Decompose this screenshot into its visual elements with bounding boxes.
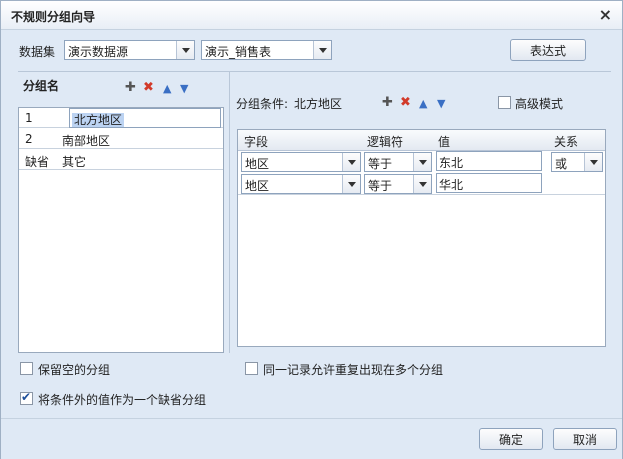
value-input[interactable]: 东北 xyxy=(436,151,542,171)
group-index: 2 xyxy=(25,132,33,146)
allow-duplicate-label: 同一记录允许重复出现在多个分组 xyxy=(263,363,444,377)
delete-icon[interactable]: ✖ xyxy=(143,81,154,95)
group-row[interactable]: 2 南部地区 xyxy=(19,129,223,149)
field-select[interactable]: 地区 xyxy=(241,174,361,194)
move-down-icon[interactable]: ▼ xyxy=(180,82,188,96)
group-name-header: 分组名 xyxy=(23,79,60,93)
chevron-down-icon[interactable] xyxy=(342,175,360,193)
table-header: 字段 逻辑符 值 关系 xyxy=(238,130,605,151)
group-row[interactable]: 1 北方地区 xyxy=(19,108,223,128)
chevron-down-icon[interactable] xyxy=(413,153,431,171)
advanced-mode-label: 高级模式 xyxy=(515,97,564,111)
value-input[interactable]: 华北 xyxy=(436,173,542,193)
move-up-icon[interactable]: ▲ xyxy=(419,97,427,111)
dialog-title: 不规则分组向导 xyxy=(11,10,96,24)
group-list: 1 北方地区 2 南部地区 缺省 其它 xyxy=(18,107,224,353)
datasource-select[interactable]: 演示数据源 xyxy=(64,40,195,60)
value-text: 华北 xyxy=(439,178,464,192)
relation-select[interactable]: 或 xyxy=(551,152,603,172)
condition-table: 字段 逻辑符 值 关系 地区 等于 东北 或 地区 等于 华北 xyxy=(237,129,606,347)
group-index: 缺省 xyxy=(25,155,50,169)
chevron-down-icon[interactable] xyxy=(313,41,331,59)
move-up-icon[interactable]: ▲ xyxy=(163,82,171,96)
column-value: 值 xyxy=(438,135,451,149)
table-select[interactable]: 演示_销售表 xyxy=(201,40,332,60)
group-name: 南部地区 xyxy=(62,134,111,148)
value-text: 东北 xyxy=(439,156,464,170)
keep-empty-label: 保留空的分组 xyxy=(38,363,111,377)
chevron-down-icon[interactable] xyxy=(342,153,360,171)
column-relation: 关系 xyxy=(554,135,579,149)
group-name: 其它 xyxy=(62,155,87,169)
keep-empty-checkbox[interactable] xyxy=(20,362,33,375)
title-bar: 不规则分组向导 × xyxy=(1,1,622,30)
chevron-down-icon[interactable] xyxy=(413,175,431,193)
datasource-value: 演示数据源 xyxy=(68,45,129,59)
group-name-input[interactable]: 北方地区 xyxy=(69,108,221,128)
button-bar: 确定 取消 xyxy=(1,418,622,459)
table-value: 演示_销售表 xyxy=(205,45,272,59)
allow-duplicate-checkbox[interactable] xyxy=(245,362,258,375)
row-divider xyxy=(238,194,605,195)
expression-button[interactable]: 表达式 xyxy=(510,39,586,61)
chevron-down-icon[interactable] xyxy=(176,41,194,59)
condition-group-name: 北方地区 xyxy=(294,97,343,111)
dataset-label: 数据集 xyxy=(19,45,56,59)
condition-label: 分组条件: xyxy=(236,97,289,111)
irregular-group-wizard-dialog: 不规则分组向导 × 数据集 演示数据源 演示_销售表 表达式 分组名 ✚ ✖ ▲… xyxy=(0,0,623,459)
add-icon[interactable]: ✚ xyxy=(125,81,136,95)
divider xyxy=(18,71,611,72)
field-value: 地区 xyxy=(245,179,270,193)
group-index: 1 xyxy=(25,111,33,125)
column-field: 字段 xyxy=(244,135,269,149)
field-select[interactable]: 地区 xyxy=(241,152,361,172)
move-down-icon[interactable]: ▼ xyxy=(437,97,445,111)
operator-select[interactable]: 等于 xyxy=(364,174,432,194)
relation-value: 或 xyxy=(555,157,568,171)
operator-value: 等于 xyxy=(368,157,393,171)
add-condition-icon[interactable]: ✚ xyxy=(382,96,393,110)
cancel-button[interactable]: 取消 xyxy=(553,428,617,450)
default-group-checkbox[interactable] xyxy=(20,390,33,405)
operator-value: 等于 xyxy=(368,179,393,193)
group-name-value: 北方地区 xyxy=(72,113,125,127)
divider xyxy=(229,71,230,353)
field-value: 地区 xyxy=(245,157,270,171)
ok-button[interactable]: 确定 xyxy=(479,428,543,450)
close-icon[interactable]: × xyxy=(599,5,612,24)
column-operator: 逻辑符 xyxy=(367,135,404,149)
delete-condition-icon[interactable]: ✖ xyxy=(400,96,411,110)
operator-select[interactable]: 等于 xyxy=(364,152,432,172)
group-row[interactable]: 缺省 其它 xyxy=(19,150,223,170)
default-group-label: 将条件外的值作为一个缺省分组 xyxy=(38,393,207,407)
advanced-mode-checkbox[interactable] xyxy=(498,96,511,109)
chevron-down-icon[interactable] xyxy=(584,153,602,171)
